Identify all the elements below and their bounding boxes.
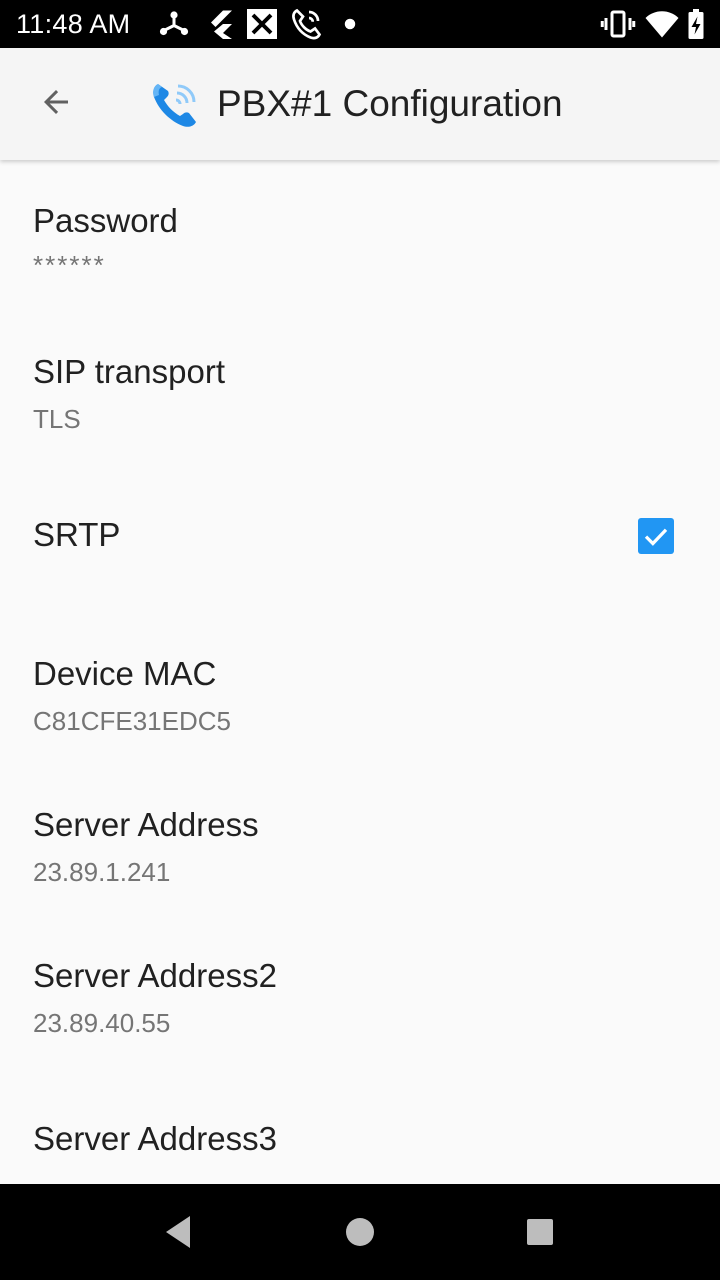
pref-summary: 23.89.1.241 <box>33 857 171 887</box>
pref-title: Server Address2 <box>33 957 277 994</box>
pref-summary: TLS <box>33 404 81 434</box>
dot-icon <box>332 6 368 42</box>
pref-server-address2[interactable]: Server Address2 23.89.40.55 <box>0 915 720 1066</box>
nav-recents-icon[interactable] <box>516 1208 564 1256</box>
flutter-icon <box>202 6 238 42</box>
network-share-icon <box>156 6 192 42</box>
pref-title: Device MAC <box>33 655 217 692</box>
arrow-back-icon <box>38 84 74 125</box>
status-time: 11:48 AM <box>16 9 131 39</box>
pref-server-address[interactable]: Server Address 23.89.1.241 <box>0 764 720 915</box>
pref-title: SRTP <box>33 516 121 553</box>
back-button[interactable] <box>24 80 88 128</box>
battery-charging-icon <box>678 6 714 42</box>
nav-home-icon[interactable] <box>336 1208 384 1256</box>
pref-title: SIP transport <box>33 353 225 390</box>
pref-srtp[interactable]: SRTP <box>0 462 720 613</box>
pref-title: Password <box>33 202 178 239</box>
pref-summary: ****** <box>33 250 106 280</box>
pref-title: Server Address3 <box>33 1120 277 1157</box>
page-title: PBX#1 Configuration <box>217 83 563 124</box>
wifi-calling-icon <box>288 6 324 42</box>
check-icon <box>644 528 668 546</box>
pref-summary: C81CFE31EDC5 <box>33 706 231 736</box>
navigation-bar <box>0 1184 720 1280</box>
toolbar: PBX#1 Configuration <box>0 48 720 160</box>
svg-text:5: 5 <box>670 25 677 39</box>
pref-title: Server Address <box>33 806 259 843</box>
srtp-checkbox[interactable] <box>638 518 674 554</box>
pref-sip-transport[interactable]: SIP transport TLS <box>0 311 720 462</box>
status-bar: 11:48 AM 5 <box>0 0 720 48</box>
pref-server-address3[interactable]: Server Address3 <box>0 1066 720 1184</box>
x-box-icon <box>244 6 280 42</box>
wifi-icon: 5 <box>644 6 680 42</box>
pref-password[interactable]: Password ****** <box>0 160 720 311</box>
phone-logo-icon <box>150 78 202 130</box>
nav-back-icon[interactable] <box>156 1208 204 1256</box>
pref-device-mac[interactable]: Device MAC C81CFE31EDC5 <box>0 613 720 764</box>
pref-summary: 23.89.40.55 <box>33 1008 171 1038</box>
vibrate-icon <box>600 6 636 42</box>
preference-list: Password ****** SIP transport TLS SRTP D… <box>0 160 720 1184</box>
